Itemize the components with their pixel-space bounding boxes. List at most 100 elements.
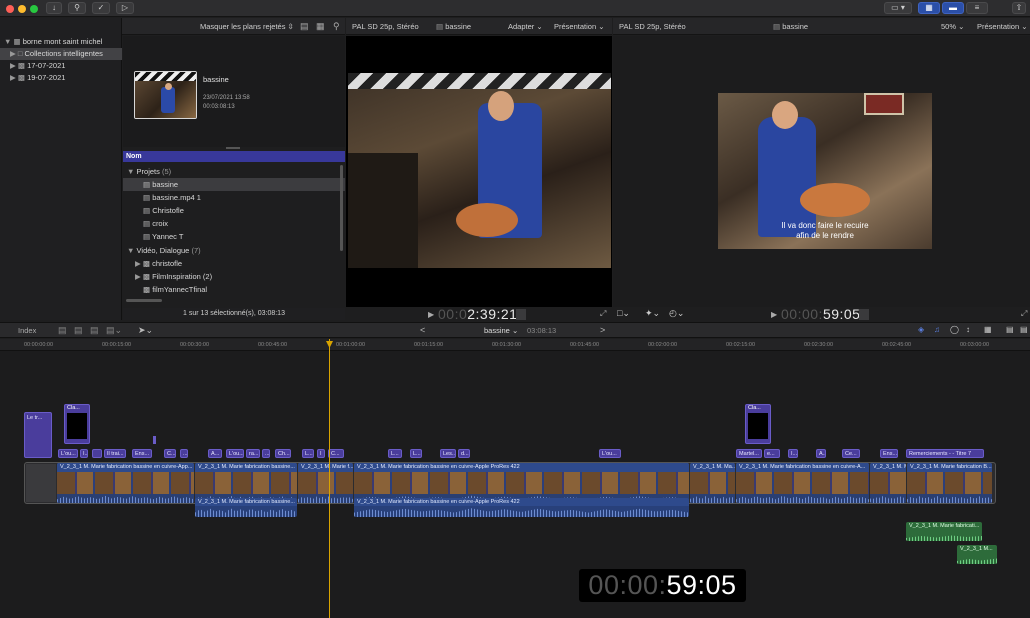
caption-clip[interactable]: ... [180, 449, 188, 458]
caption-clip[interactable]: A... [208, 449, 222, 458]
clip-appearance-icon[interactable]: ▦ [984, 325, 992, 334]
play-button[interactable]: ▶ [771, 310, 777, 319]
project-name[interactable]: bassine ⌄ [484, 326, 518, 335]
video-clip[interactable]: V_2_3_1 M. Ma... [690, 463, 735, 503]
caption-clip[interactable]: I [317, 449, 325, 458]
select-tool-icon[interactable]: ➤⌄ [138, 325, 153, 336]
caption-clip[interactable]: d... [458, 449, 470, 458]
speed-tool-icon[interactable]: ◴⌄ [669, 308, 684, 319]
marker-icon[interactable] [153, 436, 156, 444]
list-column-header[interactable]: Nom [123, 151, 345, 162]
play-button[interactable]: ▶ [428, 310, 434, 319]
vertical-scrollbar[interactable] [340, 165, 343, 251]
append-clip-icon[interactable]: ▤ [90, 325, 99, 336]
timeline-ruler[interactable]: 00:00:00:00 00:00:15:00 00:00:30:00 00:0… [0, 339, 1030, 351]
zoom-window-button[interactable] [30, 5, 38, 13]
caption-clip[interactable]: Ce... [842, 449, 860, 458]
fullscreen-icon[interactable]: ⤢ [1021, 309, 1027, 319]
workspace-button[interactable]: ▭ ▾ [884, 2, 912, 14]
list-item[interactable]: ▤ Yannec T [123, 230, 345, 243]
caption-clip[interactable]: Les... [440, 449, 456, 458]
caption-clip[interactable]: C... [328, 449, 344, 458]
caption-clip[interactable]: L... [302, 449, 314, 458]
caption-clip[interactable]: L... [410, 449, 422, 458]
insert-clip-icon[interactable]: ▤ [74, 325, 83, 336]
video-clip[interactable]: V_2_3_1 M. Marie fabrication B... [907, 463, 992, 503]
caption-clip[interactable]: A... [816, 449, 826, 458]
forward-arrow-icon[interactable]: > [600, 325, 605, 335]
list-group-video[interactable]: ▼ Vidéo, Dialogue (7) [123, 244, 345, 257]
clip-thumbnail[interactable] [134, 71, 197, 119]
list-item[interactable]: ▶ ▩ christofle [123, 257, 345, 270]
search-icon[interactable]: ⚲ [333, 21, 340, 32]
video-clip[interactable]: V_2_3_1 M. Marie fabrication bassine en … [736, 463, 869, 503]
video-clip[interactable]: V_2_3_1 M. Marie fabrication bassine en … [57, 463, 194, 503]
sidebar-item-smart-collections[interactable]: ▶ □ Collections intelligentes [0, 48, 122, 60]
audio-clip[interactable]: V_2_3_1 M. Marie fabrication bassine... [195, 498, 297, 517]
caption-clip[interactable]: Il trai... [104, 449, 126, 458]
timeline-toggle-button[interactable]: ▬ [942, 2, 964, 14]
connect-clip-icon[interactable]: ▤ [58, 325, 67, 336]
sidebar-item-event-2[interactable]: ▶ ▩ 19-07-2021 [0, 72, 122, 84]
caption-clip[interactable]: ... [262, 449, 270, 458]
caption-clip[interactable]: L'ou... [599, 449, 621, 458]
background-tasks-button[interactable]: ✓ [92, 2, 110, 14]
list-item[interactable]: ▤ bassine [123, 178, 345, 191]
horizontal-scrollbar[interactable] [126, 299, 162, 302]
transform-tool-icon[interactable]: □⌄ [617, 308, 630, 319]
back-arrow-icon[interactable]: < [420, 325, 425, 335]
list-item[interactable]: ▶ ▩ FilmInspiration (2) [123, 270, 345, 283]
index-button[interactable]: Index [18, 326, 36, 335]
close-window-button[interactable] [6, 5, 14, 13]
skimming-icon[interactable]: ◈ [918, 325, 924, 334]
caption-clip[interactable]: L... [388, 449, 402, 458]
list-view-icon[interactable]: ▦ [316, 21, 325, 32]
caption-clip[interactable]: e... [764, 449, 780, 458]
inspector-toggle-button[interactable]: ≡ [966, 2, 988, 14]
share-button[interactable]: ⇧ [1012, 2, 1026, 14]
caption-clip[interactable]: Ens... [880, 449, 898, 458]
title-clip[interactable]: Le tr... [24, 412, 52, 458]
snapping-icon[interactable]: ↕ [966, 325, 970, 334]
caption-clip[interactable]: C... [164, 449, 176, 458]
caption-clip[interactable]: Remerciements - - Titre 7 [906, 449, 984, 458]
caption-clip[interactable]: Ch... [275, 449, 291, 458]
caption-clip[interactable]: Martel... [736, 449, 762, 458]
zoom-select[interactable]: 50% ⌄ [941, 18, 964, 35]
list-item[interactable]: ▤ Christofle [123, 204, 345, 217]
browser-toggle-button[interactable]: ▦ [918, 2, 940, 14]
effects-browser-icon[interactable]: ▤ [1006, 325, 1014, 334]
splitter-handle[interactable] [226, 147, 240, 149]
playhead[interactable] [329, 339, 330, 618]
fullscreen-icon[interactable]: ⤢ [600, 309, 606, 319]
library-item[interactable]: ▼ ▦ borne mont saint michel [0, 36, 122, 48]
view-select[interactable]: Présentation ⌄ [977, 18, 1028, 35]
caption-clip[interactable]: Ens... [132, 449, 152, 458]
caption-clip[interactable]: ra... [246, 449, 260, 458]
enhance-tool-icon[interactable]: ✦⌄ [645, 308, 660, 319]
music-clip[interactable]: V_2_3_1 M... [957, 545, 997, 564]
import-button[interactable]: ↓ [46, 2, 62, 14]
audio-clip[interactable]: V_2_3_1 M. Marie fabrication bassine en … [354, 498, 689, 517]
sidebar-item-event-1[interactable]: ▶ ▩ 17-07-2021 [0, 60, 122, 72]
caption-clip[interactable]: I... [788, 449, 798, 458]
list-item[interactable]: ▤ bassine.mp4 1 [123, 191, 345, 204]
video-clip[interactable]: V_2_3_1 M. Marie fabrication bassine en … [354, 463, 689, 503]
video-clip[interactable]: V_2_3_1 M. Marie fabrication bassine... [195, 463, 297, 503]
caption-clip[interactable]: L'ou... [58, 449, 78, 458]
connected-clip[interactable]: Cla... [745, 404, 771, 444]
list-item[interactable]: ▩ filmYannecTfinal [123, 283, 345, 296]
list-group-projects[interactable]: ▼ Projets (5) [123, 165, 345, 178]
fit-select[interactable]: Adapter ⌄ [508, 18, 543, 35]
video-clip[interactable]: V_2_3_1 M. Marie f... [298, 463, 353, 503]
caption-clip[interactable]: L'ou... [226, 449, 244, 458]
music-clip[interactable]: V_2_3_1 M. Marie fabricati... [906, 522, 982, 541]
clip-filter-select[interactable]: Masquer les plans rejetés ⇳ [200, 22, 294, 31]
keywords-button[interactable]: ⚲ [68, 2, 86, 14]
transitions-browser-icon[interactable]: ▤ [1020, 325, 1028, 334]
caption-clip[interactable] [92, 449, 102, 458]
filmstrip-view-icon[interactable]: ▤ [300, 21, 309, 32]
audio-skimming-icon[interactable]: ♫ [934, 325, 940, 334]
minimize-window-button[interactable] [18, 5, 26, 13]
roles-button[interactable]: ▷ [116, 2, 134, 14]
